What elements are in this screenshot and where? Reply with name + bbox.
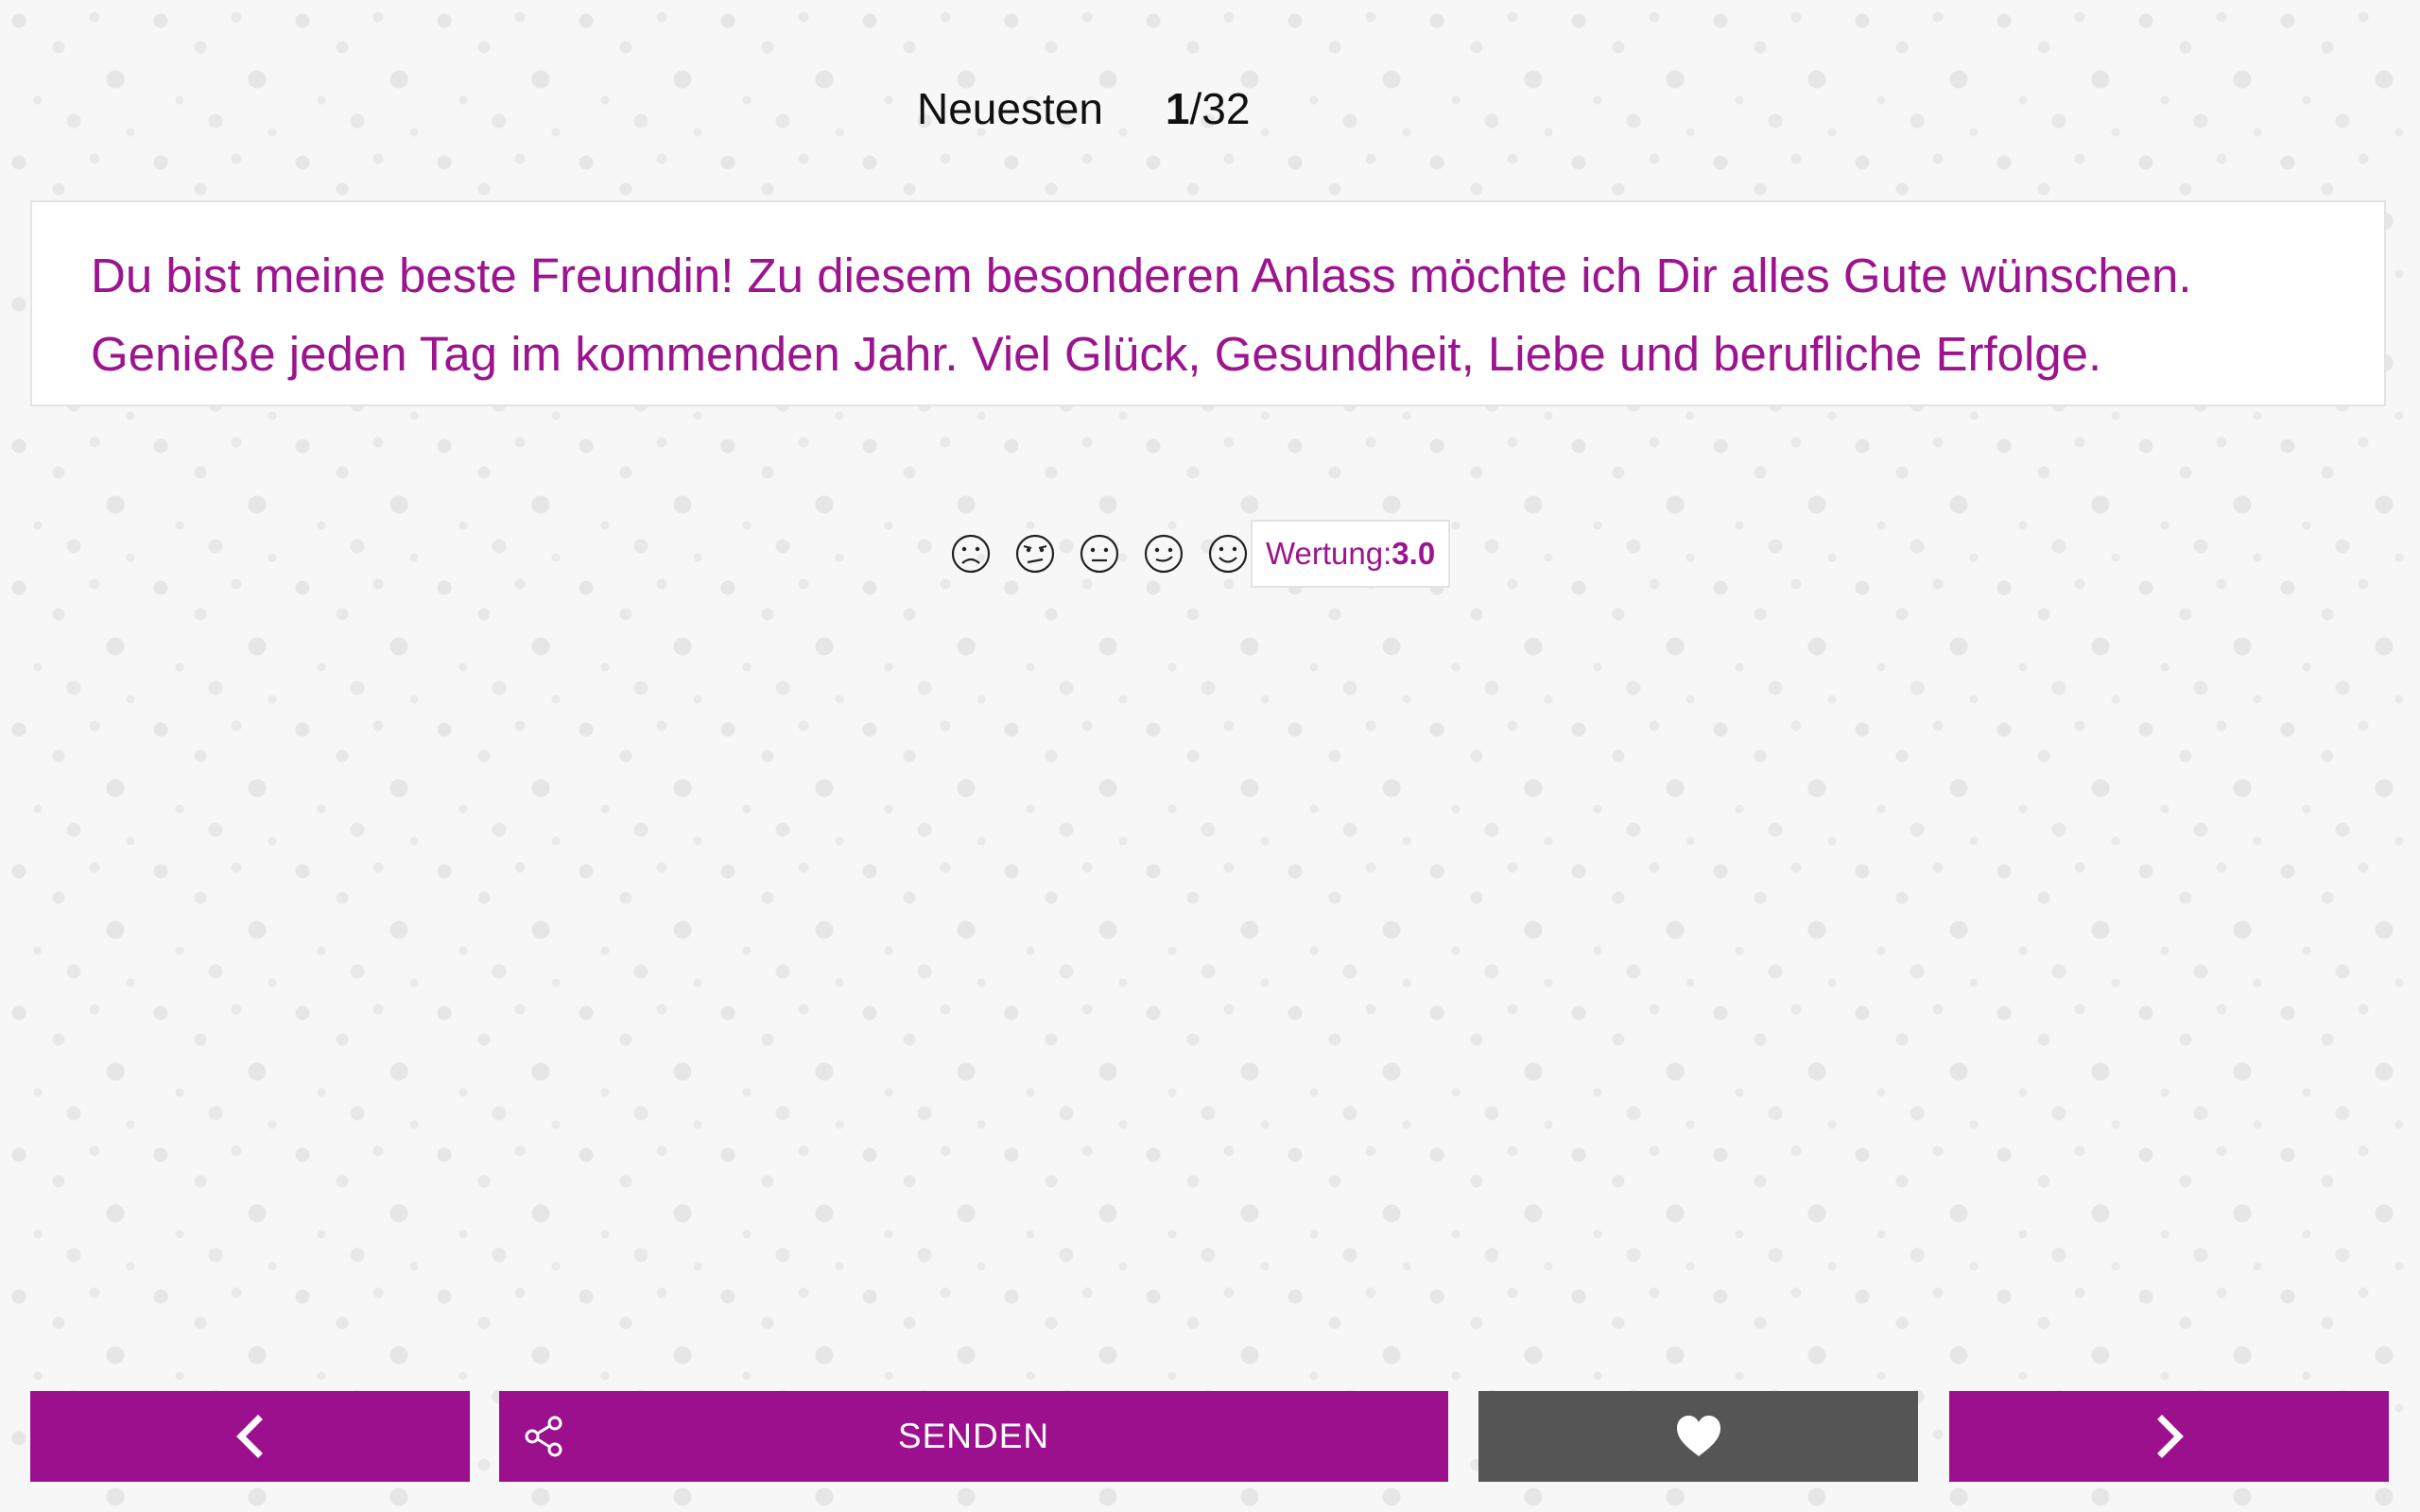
- message-card: Du bist meine beste Freundin! Zu diesem …: [30, 200, 2386, 406]
- heart-icon: [1676, 1416, 1720, 1456]
- next-button[interactable]: [1949, 1391, 2389, 1482]
- counter-total: /32: [1189, 84, 1251, 133]
- header: Neuesten 1/32: [917, 76, 1250, 142]
- happy-face-icon[interactable]: [1143, 533, 1184, 575]
- favorite-button[interactable]: [1478, 1391, 1918, 1482]
- message-line-2: Genieße jeden Tag im kommenden Jahr. Vie…: [91, 327, 2102, 381]
- counter-current: 1: [1165, 84, 1190, 133]
- message-text: Du bist meine beste Freundin! Zu diesem …: [91, 236, 2327, 393]
- chevron-right-icon: [2156, 1415, 2184, 1458]
- rating-display: Wertung: 3.0: [1251, 520, 1451, 588]
- send-button-label: SENDEN: [897, 1417, 1050, 1455]
- very-happy-face-icon[interactable]: [1207, 533, 1249, 575]
- sad-face-icon[interactable]: [1014, 533, 1056, 575]
- sort-label[interactable]: Neuesten: [917, 83, 1103, 134]
- rating-value: 3.0: [1392, 536, 1436, 571]
- neutral-face-icon[interactable]: [1079, 533, 1120, 575]
- previous-button[interactable]: [30, 1391, 470, 1482]
- rating-label: Wertung:: [1266, 536, 1392, 571]
- message-line-1: Du bist meine beste Freundin! Zu diesem …: [91, 249, 2192, 302]
- very-sad-face-icon[interactable]: [950, 533, 992, 575]
- send-button[interactable]: SENDEN: [499, 1391, 1448, 1482]
- message-counter: 1/32: [1166, 83, 1251, 134]
- rating-bar: Wertung: 3.0: [950, 518, 1451, 590]
- chevron-left-icon: [235, 1415, 263, 1458]
- share-icon: [525, 1416, 562, 1457]
